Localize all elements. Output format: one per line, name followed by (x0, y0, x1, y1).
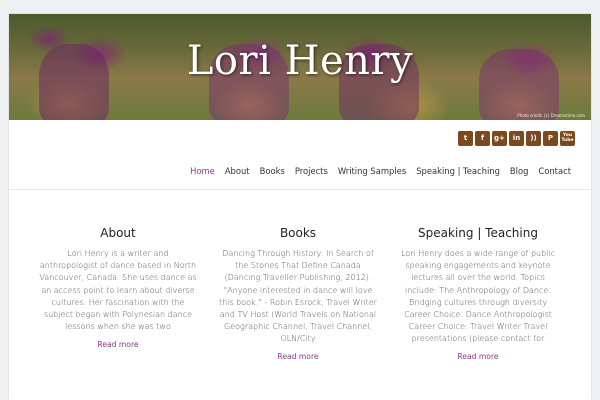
about-text: Lori Henry is a writer and anthropologis… (39, 249, 197, 332)
speaking-read-more-link[interactable]: Read more (398, 352, 558, 361)
speaking-text: Lori Henry does a wide range of public s… (400, 249, 556, 344)
facebook-icon[interactable]: f (475, 131, 490, 146)
google-plus-icon[interactable]: g+ (492, 131, 507, 146)
nav-item-books[interactable]: Books (255, 166, 290, 176)
about-read-more-link[interactable]: Read more (38, 340, 198, 349)
nav-item-about[interactable]: About (220, 166, 255, 176)
twitter-icon[interactable]: t (458, 131, 473, 146)
books-text: Dancing Through History: In Search of th… (219, 249, 377, 344)
photo-credit: Photo credit: (c) Dreamstime.com (517, 113, 585, 118)
nav-item-speaking-teaching[interactable]: Speaking | Teaching (411, 166, 505, 176)
nav-item-blog[interactable]: Blog (505, 166, 534, 176)
speaking-column: Speaking | Teaching Lori Henry does a wi… (398, 226, 558, 361)
header-divider (9, 189, 591, 190)
books-column: Books Dancing Through History: In Search… (218, 226, 378, 361)
nav-item-contact[interactable]: Contact (533, 166, 576, 176)
books-read-more-link[interactable]: Read more (218, 352, 378, 361)
nav-item-projects[interactable]: Projects (290, 166, 333, 176)
about-heading: About (100, 226, 136, 240)
page-container: Lori Henry Photo credit: (c) Dreamstime.… (9, 14, 591, 400)
youtube-icon[interactable]: You Tube (560, 131, 575, 146)
header-banner: Lori Henry Photo credit: (c) Dreamstime.… (9, 14, 591, 120)
linkedin-icon[interactable]: in (509, 131, 524, 146)
site-title[interactable]: Lori Henry (9, 38, 591, 84)
rss-icon[interactable]: )) (526, 131, 541, 146)
speaking-heading: Speaking | Teaching (418, 226, 538, 240)
main-nav: Home About Books Projects Writing Samples Spe… (185, 166, 576, 176)
books-heading: Books (279, 226, 317, 240)
social-icons: t f g+ in)) P You Tube (458, 131, 575, 146)
pinterest-icon[interactable]: P (543, 131, 558, 146)
about-column: About Lori Henry is a writer and anthrop… (38, 226, 198, 349)
nav-item-home[interactable]: Home (185, 166, 220, 176)
nav-item-writing-samples[interactable]: Writing Samples (333, 166, 411, 176)
